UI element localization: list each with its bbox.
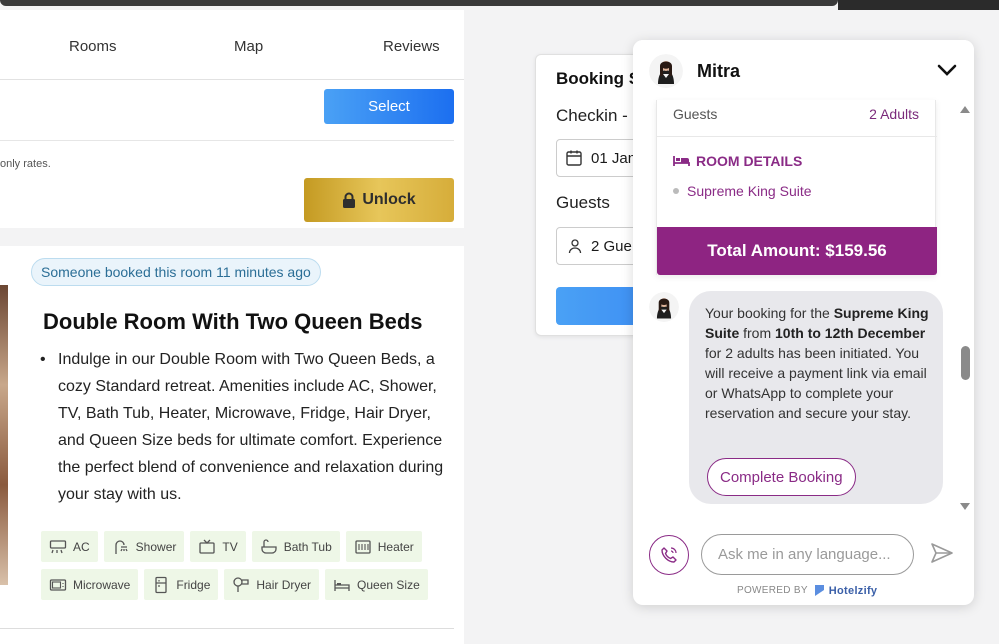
scroll-down-arrow-icon[interactable]: [960, 503, 970, 510]
hair-dryer-icon: [233, 576, 250, 592]
rates-text: only rates.: [0, 158, 51, 170]
booking-summary: Guests 2 Adults ROOM DETAILS Supreme Kin…: [656, 100, 937, 275]
select-button[interactable]: Select: [324, 89, 454, 124]
brand-icon: [814, 585, 824, 596]
calendar-icon: [566, 150, 582, 166]
powered-by: POWERED BY Hotelzify: [737, 584, 878, 597]
chat-scrollbar-thumb[interactable]: [961, 346, 970, 380]
agent-avatar: [649, 292, 679, 322]
chat-widget: Mitra Guests 2 Adults ROOM DETAILS Supre…: [633, 40, 974, 605]
amenity-fridge: Fridge: [144, 569, 219, 600]
microwave-icon: [49, 578, 67, 591]
room-details-heading: ROOM DETAILS: [673, 153, 802, 169]
amenity-bath-tub: Bath Tub: [251, 531, 340, 562]
room-image[interactable]: [0, 285, 8, 585]
checkin-label: Checkin - C: [556, 106, 645, 125]
summary-guests-value: 2 Adults: [869, 106, 919, 122]
amenity-queen-size: Queen Size: [325, 569, 428, 600]
hotel-nav: Rooms Map Reviews: [0, 10, 464, 80]
send-button[interactable]: [928, 540, 956, 568]
room-title: Double Room With Two Queen Beds: [43, 309, 423, 334]
amenity-ac: AC: [41, 531, 98, 562]
divider: [657, 136, 937, 137]
booking-summary-title: Booking S: [556, 69, 641, 88]
booked-badge: Someone booked this room 11 minutes ago: [31, 258, 321, 286]
divider: [0, 140, 454, 141]
room-details-item: Supreme King Suite: [673, 183, 812, 199]
room-description: Indulge in our Double Room with Two Quee…: [38, 346, 460, 508]
bullet: [673, 188, 679, 194]
unlock-label: Unlock: [362, 191, 416, 208]
ac-icon: [49, 539, 67, 553]
unlock-button[interactable]: Unlock: [304, 178, 454, 222]
amenity-shower: Shower: [103, 531, 185, 562]
browser-top-bar: [0, 0, 999, 10]
bed-icon: [334, 579, 350, 591]
amenities-list: AC Shower TV Bath Tub Heater Microwave F…: [41, 531, 461, 600]
tv-icon: [199, 539, 216, 554]
nav-reviews[interactable]: Reviews: [383, 38, 440, 55]
call-button[interactable]: [649, 535, 689, 575]
fridge-icon: [155, 576, 168, 593]
summary-guests-label: Guests: [673, 106, 718, 122]
chat-input[interactable]: [701, 534, 914, 575]
nav-rooms[interactable]: Rooms: [69, 38, 117, 55]
brand-logo: Hotelzify: [814, 584, 878, 597]
top-bar-dark-right: [838, 0, 999, 10]
scroll-up-arrow-icon[interactable]: [960, 106, 970, 113]
amenity-heater: Heater: [345, 531, 422, 562]
amenity-microwave: Microwave: [41, 569, 139, 600]
agent-name: Mitra: [697, 61, 741, 81]
lock-icon: [343, 192, 356, 208]
bathtub-icon: [261, 538, 277, 554]
guests-label: Guests: [556, 193, 610, 212]
amenity-hair-dryer: Hair Dryer: [224, 569, 320, 600]
shower-icon: [115, 539, 128, 554]
chevron-down-icon[interactable]: [935, 60, 959, 80]
top-bar-dark: [0, 0, 838, 6]
divider: [0, 628, 454, 629]
complete-booking-button[interactable]: Complete Booking: [707, 458, 856, 496]
nav-map[interactable]: Map: [234, 38, 263, 55]
send-icon: [931, 542, 953, 563]
heater-icon: [355, 539, 371, 554]
total-amount: Total Amount: $159.56: [657, 227, 937, 275]
phone-icon: [661, 547, 677, 563]
agent-avatar: [649, 54, 683, 88]
amenity-tv: TV: [190, 531, 246, 562]
user-icon: [568, 239, 582, 254]
bed-icon: [673, 156, 690, 166]
chat-header: Mitra: [633, 40, 974, 100]
